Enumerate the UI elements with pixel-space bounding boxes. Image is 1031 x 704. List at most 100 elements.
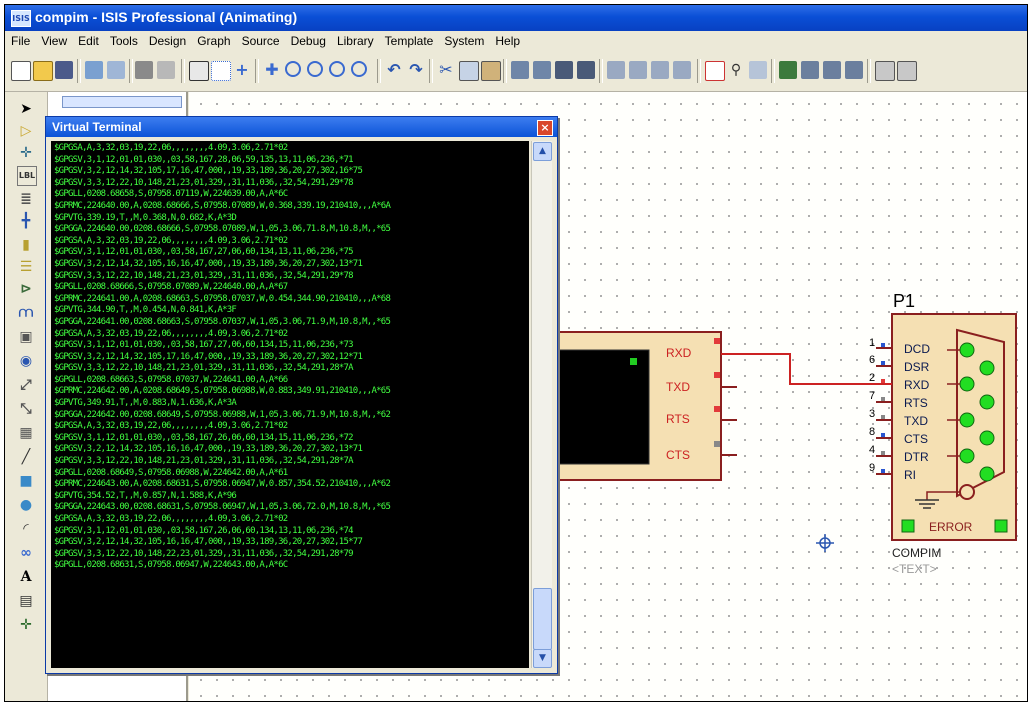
menu-graph[interactable]: Graph — [191, 31, 235, 48]
undo-icon[interactable]: ↶ — [385, 61, 403, 79]
menu-template[interactable]: Template — [379, 31, 439, 48]
menu-source[interactable]: Source — [236, 31, 285, 48]
menu-library[interactable]: Library — [331, 31, 379, 48]
virtual-instruments-icon[interactable]: ▦ — [17, 424, 35, 442]
scroll-up-icon[interactable]: ▲ — [533, 142, 552, 161]
tape-recorder-icon[interactable]: ▣ — [17, 328, 35, 346]
compim-pin-ri: RI — [904, 468, 916, 482]
virtual-terminal-titlebar[interactable]: Virtual Terminal × — [46, 117, 557, 137]
virtual-terminal-window[interactable]: Virtual Terminal × $GPGSA,A,3,32,03,19,2… — [45, 116, 558, 674]
terminal-output[interactable]: $GPGSA,A,3,32,03,19,22,06,,,,,,,,4.09,3.… — [51, 141, 529, 668]
component-mode-icon[interactable]: ▷ — [17, 122, 35, 140]
open-folder-icon[interactable] — [33, 61, 53, 81]
scroll-down-icon[interactable]: ▼ — [533, 649, 552, 668]
scroll-thumb[interactable] — [533, 588, 552, 650]
pin-label-rxd: RXD — [666, 346, 692, 360]
selection-mode-icon[interactable]: ➤ — [17, 100, 35, 118]
pick-device-icon[interactable] — [607, 61, 625, 79]
terminal-scrollbar[interactable]: ▲ ▼ — [531, 141, 552, 668]
pin-state-dot — [881, 451, 885, 455]
menu-file[interactable]: File — [5, 31, 35, 48]
circle-icon[interactable]: ● — [17, 496, 35, 514]
electrical-check-icon[interactable] — [897, 61, 917, 81]
export-icon[interactable] — [107, 61, 125, 79]
print-icon[interactable] — [135, 61, 153, 79]
design-explorer-icon[interactable] — [779, 61, 797, 79]
close-icon[interactable]: × — [537, 120, 553, 136]
block-rotate-icon[interactable] — [555, 61, 573, 79]
menu-debug[interactable]: Debug — [285, 31, 331, 48]
menu-design[interactable]: Design — [143, 31, 191, 48]
terminals-icon[interactable]: ☰ — [17, 258, 35, 276]
db9-pin-led — [979, 360, 995, 376]
zoom-area-icon[interactable] — [351, 61, 367, 77]
menu-system[interactable]: System — [438, 31, 489, 48]
redraw-icon[interactable] — [189, 61, 209, 81]
txd-pin-state — [714, 372, 720, 378]
compim-reference[interactable]: P1 — [893, 291, 915, 312]
wire-autorouter-icon[interactable] — [705, 61, 725, 81]
generator-icon[interactable]: ◉ — [17, 352, 35, 370]
import-icon[interactable] — [85, 61, 103, 79]
voltage-probe-icon[interactable]: ⤢ — [17, 376, 35, 394]
bill-of-materials-icon[interactable] — [875, 61, 895, 81]
junction-dot-icon[interactable]: ✛ — [17, 144, 35, 162]
overview-tab[interactable] — [62, 96, 182, 108]
cut-icon[interactable]: ✂ — [437, 61, 455, 79]
decompose-icon[interactable] — [673, 61, 691, 79]
print-area-icon[interactable] — [157, 61, 175, 79]
error-right-led — [994, 519, 1008, 533]
paste-icon[interactable] — [481, 61, 501, 81]
menu-tools[interactable]: Tools — [104, 31, 143, 48]
new-sheet-icon[interactable] — [801, 61, 819, 79]
block-delete-icon[interactable] — [577, 61, 595, 79]
db9-pin-led — [959, 448, 975, 464]
compim-text-placeholder[interactable]: <TEXT> — [892, 562, 937, 576]
pin-state-dot — [881, 379, 885, 383]
menu-help[interactable]: Help — [489, 31, 525, 48]
serial-wire[interactable] — [737, 353, 876, 385]
graph-mode-icon[interactable]: ⩋ — [17, 304, 35, 322]
pin-state-dot — [881, 397, 885, 401]
pin-number: 1 — [869, 337, 876, 349]
origin-icon[interactable]: + — [233, 61, 251, 79]
toolbar-separator — [429, 59, 433, 83]
compim-pin-dsr: DSR — [904, 360, 930, 374]
zoom-in-icon[interactable] — [285, 61, 301, 77]
wire-label-icon[interactable]: LBL — [17, 166, 37, 186]
make-device-icon[interactable] — [629, 61, 647, 79]
symbol-icon[interactable]: ▤ — [17, 592, 35, 610]
path-icon[interactable]: ∞ — [17, 544, 35, 562]
menu-view[interactable]: View — [35, 31, 72, 48]
new-file-icon[interactable] — [11, 61, 31, 81]
block-copy-icon[interactable] — [511, 61, 529, 79]
text-icon[interactable]: A — [17, 568, 35, 586]
save-icon[interactable] — [55, 61, 73, 79]
search-tag-icon[interactable]: ⚲ — [727, 61, 745, 79]
subcircuit-icon[interactable]: ▮ — [17, 236, 35, 254]
block-move-icon[interactable] — [533, 61, 551, 79]
title-bar[interactable]: ISIS compim - ISIS Professional (Animati… — [5, 5, 1027, 31]
package-tool-icon[interactable] — [651, 61, 669, 79]
zoom-out-icon[interactable] — [307, 61, 323, 77]
copy-icon[interactable] — [459, 61, 479, 81]
menu-edit[interactable]: Edit — [72, 31, 104, 48]
compim-part-name[interactable]: COMPIM — [892, 546, 941, 560]
arc-icon[interactable]: ◜ — [17, 520, 35, 538]
remove-sheet-icon[interactable] — [823, 61, 841, 79]
current-probe-icon[interactable]: ⤡ — [17, 400, 35, 418]
device-pins-icon[interactable]: ⊳ — [17, 280, 35, 298]
box-icon[interactable]: ■ — [17, 472, 35, 490]
grid-icon[interactable] — [211, 61, 231, 81]
redo-icon[interactable]: ↷ — [407, 61, 425, 79]
exit-sheet-icon[interactable] — [845, 61, 863, 79]
bus-icon[interactable]: ╋ — [17, 212, 35, 230]
toolbar-separator — [599, 59, 603, 83]
line-icon[interactable]: ╱ — [17, 448, 35, 466]
db9-pin-led — [959, 342, 975, 358]
marker-icon[interactable]: ✛ — [17, 616, 35, 634]
text-script-icon[interactable]: ≣ — [17, 190, 35, 208]
pan-icon[interactable]: ✚ — [263, 61, 281, 79]
property-tool-icon[interactable] — [749, 61, 767, 79]
zoom-all-icon[interactable] — [329, 61, 345, 77]
